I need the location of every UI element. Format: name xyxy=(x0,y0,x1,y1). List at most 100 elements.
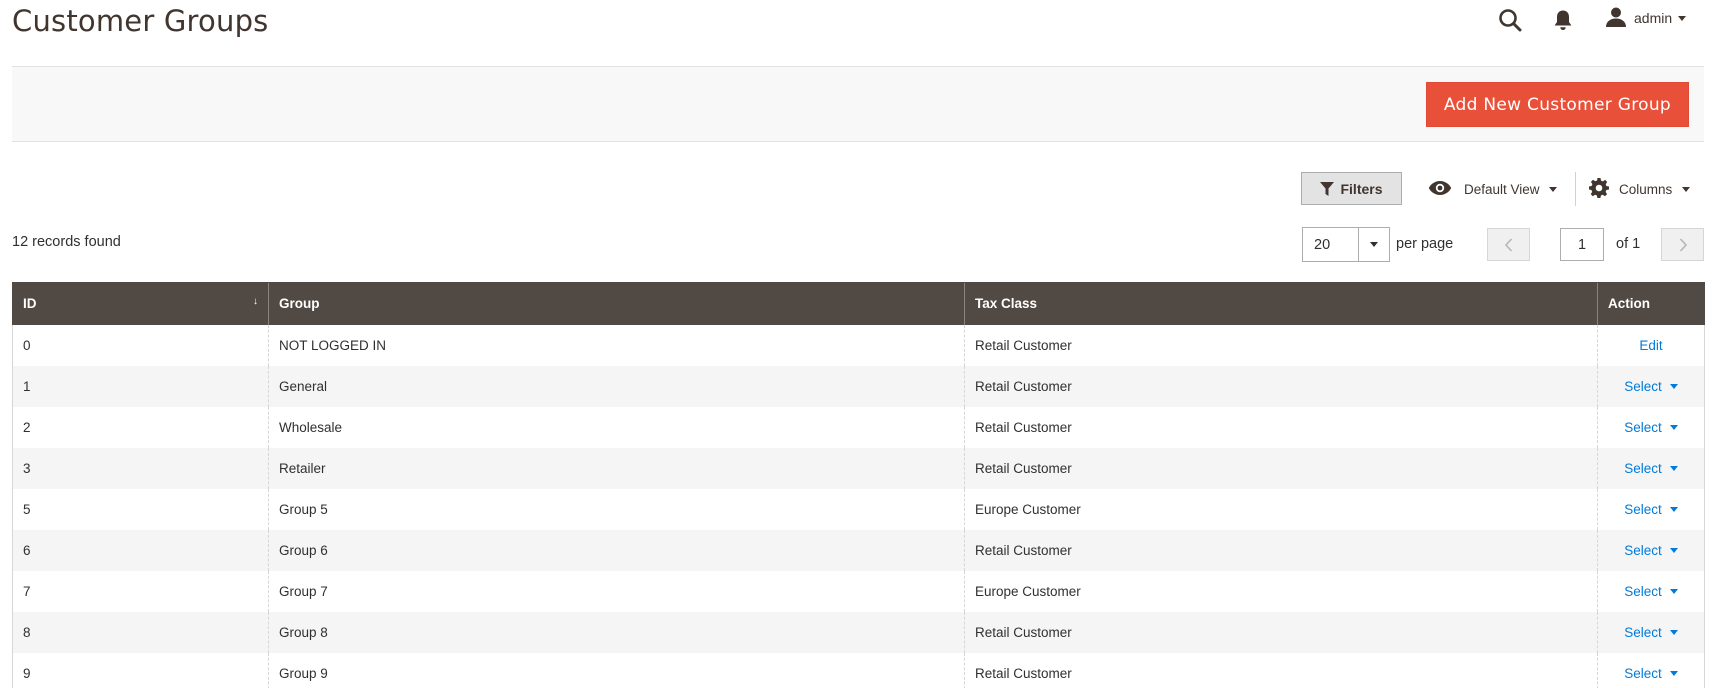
per-page-label: per page xyxy=(1396,236,1454,252)
cell-group: Group 6 xyxy=(268,529,965,571)
cell-tax-class: Europe Customer xyxy=(964,488,1598,530)
customer-groups-table: ID ↓ Group Tax Class Action 0 NOT LOGGED I… xyxy=(12,282,1705,688)
select-label: Select xyxy=(1624,665,1662,681)
cell-id: 6 xyxy=(12,529,269,571)
previous-page-button[interactable] xyxy=(1487,228,1530,261)
chevron-down-icon xyxy=(1669,466,1678,472)
page-number-input[interactable] xyxy=(1560,228,1604,261)
chevron-down-icon xyxy=(1678,15,1687,21)
select-label: Select xyxy=(1624,419,1662,435)
page-title: Customer Groups xyxy=(12,4,269,38)
select-action-dropdown[interactable]: Select xyxy=(1624,584,1678,599)
cell-group: Group 5 xyxy=(268,488,965,530)
table-row[interactable]: 6 Group 6 Retail Customer Select xyxy=(12,529,1705,571)
cell-tax-class: Retail Customer xyxy=(964,365,1598,407)
table-row[interactable]: 0 NOT LOGGED IN Retail Customer Edit xyxy=(12,324,1705,366)
cell-action: Select xyxy=(1597,652,1705,688)
table-row[interactable]: 2 Wholesale Retail Customer Select xyxy=(12,406,1705,448)
chevron-right-icon xyxy=(1679,237,1687,252)
records-count: 12 records found xyxy=(12,234,121,250)
next-page-button[interactable] xyxy=(1661,228,1704,261)
cell-id: 0 xyxy=(12,324,269,366)
columns-label: Columns xyxy=(1619,181,1673,197)
sort-arrow-icon: ↓ xyxy=(253,296,258,307)
cell-group: Retailer xyxy=(268,447,965,489)
select-action-dropdown[interactable]: Select xyxy=(1624,625,1678,640)
cell-action: Select xyxy=(1597,406,1705,448)
cell-group: NOT LOGGED IN xyxy=(268,324,965,366)
cell-tax-class: Retail Customer xyxy=(964,529,1598,571)
per-page-value: 20 xyxy=(1314,236,1331,253)
select-label: Select xyxy=(1624,542,1662,558)
table-row[interactable]: 7 Group 7 Europe Customer Select xyxy=(12,570,1705,612)
cell-action: Edit xyxy=(1597,324,1705,366)
chevron-down-icon xyxy=(1669,589,1678,595)
user-name: admin xyxy=(1634,10,1673,26)
cell-action: Select xyxy=(1597,611,1705,653)
cell-group: Group 7 xyxy=(268,570,965,612)
cell-group: Wholesale xyxy=(268,406,965,448)
select-label: Select xyxy=(1624,501,1662,517)
column-header-action: Action xyxy=(1597,282,1705,325)
select-action-dropdown[interactable]: Select xyxy=(1624,543,1678,558)
cell-id: 8 xyxy=(12,611,269,653)
columns-switcher[interactable]: Columns xyxy=(1589,177,1691,200)
select-action-dropdown[interactable]: Select xyxy=(1624,379,1678,394)
per-page-dropdown-toggle[interactable] xyxy=(1358,228,1389,261)
view-switcher[interactable]: Default View xyxy=(1428,178,1557,200)
table-row[interactable]: 1 General Retail Customer Select xyxy=(12,365,1705,407)
select-label: Select xyxy=(1624,583,1662,599)
column-header-id[interactable]: ID ↓ xyxy=(12,282,269,325)
select-label: Select xyxy=(1624,378,1662,394)
cell-action: Select xyxy=(1597,447,1705,489)
user-icon xyxy=(1606,7,1626,30)
select-action-dropdown[interactable]: Select xyxy=(1624,666,1678,681)
chevron-down-icon xyxy=(1669,630,1678,636)
select-label: Select xyxy=(1624,624,1662,640)
cell-id: 9 xyxy=(12,652,269,688)
chevron-down-icon xyxy=(1669,507,1678,513)
chevron-down-icon xyxy=(1669,671,1678,677)
cell-id: 3 xyxy=(12,447,269,489)
cell-action: Select xyxy=(1597,488,1705,530)
table-row[interactable]: 8 Group 8 Retail Customer Select xyxy=(12,611,1705,653)
chevron-down-icon xyxy=(1370,242,1378,247)
cell-id: 2 xyxy=(12,406,269,448)
chevron-down-icon xyxy=(1669,425,1678,431)
cell-tax-class: Retail Customer xyxy=(964,611,1598,653)
select-action-dropdown[interactable]: Select xyxy=(1624,420,1678,435)
cell-action: Select xyxy=(1597,570,1705,612)
cell-tax-class: Europe Customer xyxy=(964,570,1598,612)
bell-icon[interactable] xyxy=(1553,9,1575,33)
page-total: of 1 xyxy=(1616,236,1641,252)
table-row[interactable]: 3 Retailer Retail Customer Select xyxy=(12,447,1705,489)
cell-group: Group 9 xyxy=(268,652,965,688)
filters-label: Filters xyxy=(1340,180,1383,197)
search-icon[interactable] xyxy=(1498,8,1524,34)
column-header-tax-class[interactable]: Tax Class xyxy=(964,282,1598,325)
cell-group: General xyxy=(268,365,965,407)
cell-action: Select xyxy=(1597,365,1705,407)
table-row[interactable]: 9 Group 9 Retail Customer Select xyxy=(12,652,1705,688)
user-menu[interactable]: admin xyxy=(1606,6,1687,30)
per-page-select[interactable]: 20 xyxy=(1302,227,1390,262)
column-header-group[interactable]: Group xyxy=(268,282,965,325)
chevron-left-icon xyxy=(1504,237,1512,252)
add-new-customer-group-button[interactable]: Add New Customer Group xyxy=(1425,82,1689,127)
filters-button[interactable]: Filters xyxy=(1301,172,1402,205)
edit-link[interactable]: Edit xyxy=(1639,338,1662,353)
select-action-dropdown[interactable]: Select xyxy=(1624,502,1678,517)
select-action-dropdown[interactable]: Select xyxy=(1624,461,1678,476)
cell-tax-class: Retail Customer xyxy=(964,406,1598,448)
cell-action: Select xyxy=(1597,529,1705,571)
table-row[interactable]: 5 Group 5 Europe Customer Select xyxy=(12,488,1705,530)
funnel-icon xyxy=(1320,181,1335,196)
cell-group: Group 8 xyxy=(268,611,965,653)
chevron-down-icon xyxy=(1682,186,1691,192)
view-label: Default View xyxy=(1464,181,1540,197)
page-actions-bar: Add New Customer Group xyxy=(12,66,1704,142)
table-header-row: ID ↓ Group Tax Class Action xyxy=(12,282,1705,325)
cell-tax-class: Retail Customer xyxy=(964,652,1598,688)
chevron-down-icon xyxy=(1669,548,1678,554)
cell-tax-class: Retail Customer xyxy=(964,447,1598,489)
